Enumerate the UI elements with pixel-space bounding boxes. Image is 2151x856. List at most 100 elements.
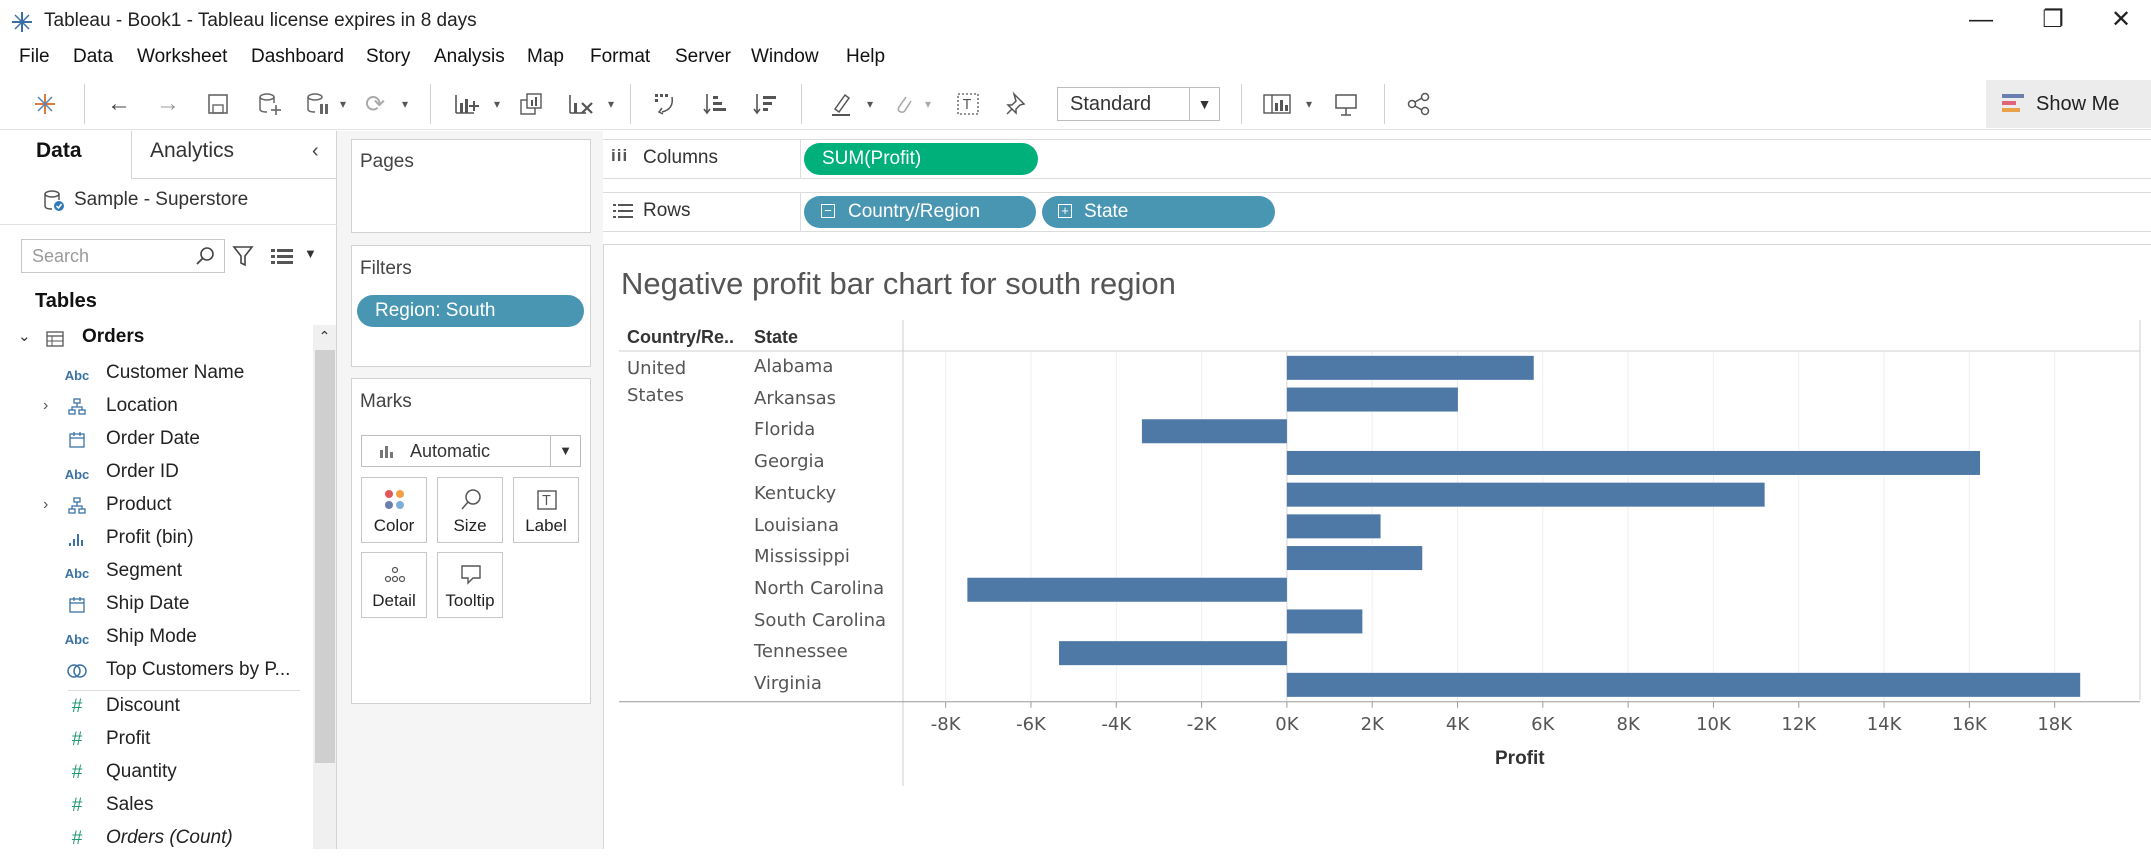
group-paperclip-icon[interactable] xyxy=(885,86,921,122)
rows-pill-state[interactable]: State xyxy=(1042,196,1275,228)
clear-sheet-icon[interactable] xyxy=(562,86,598,122)
rows-pill-country-region[interactable]: Country/Region xyxy=(804,196,1036,228)
field-product[interactable]: › Product xyxy=(0,490,312,523)
new-worksheet-icon[interactable] xyxy=(448,86,484,122)
field-ship-mode[interactable]: Abc Ship Mode xyxy=(0,622,312,655)
undo-arrow-icon[interactable]: ← xyxy=(101,86,137,122)
sort-descending-icon[interactable] xyxy=(747,86,783,122)
swap-rows-columns-icon[interactable] xyxy=(647,86,683,122)
field-profit-bin[interactable]: Profit (bin) xyxy=(0,523,312,556)
field-segment[interactable]: Abc Segment xyxy=(0,556,312,589)
marks-detail-button[interactable]: Detail xyxy=(361,552,427,618)
state-label[interactable]: Tennessee xyxy=(754,641,848,662)
menu-file[interactable]: File xyxy=(19,43,50,71)
search-icon[interactable] xyxy=(195,246,215,266)
menu-data[interactable]: Data xyxy=(73,43,113,71)
menu-map[interactable]: Map xyxy=(527,43,564,71)
header-country-region[interactable]: Country/Re.. xyxy=(627,327,734,348)
field-order-id[interactable]: Abc Order ID xyxy=(0,457,312,490)
state-label[interactable]: Alabama xyxy=(754,356,833,377)
chevron-right-icon[interactable]: › xyxy=(43,397,48,415)
state-label[interactable]: Florida xyxy=(754,419,815,440)
marks-color-button[interactable]: Color xyxy=(361,477,427,543)
field-profit[interactable]: # Profit xyxy=(0,724,312,757)
save-icon[interactable] xyxy=(200,86,236,122)
chevron-down-icon[interactable]: ⌄ xyxy=(18,327,31,345)
menu-story[interactable]: Story xyxy=(366,43,410,71)
restore-button[interactable]: ❐ xyxy=(2023,2,2083,38)
chevron-down-icon[interactable]: ▾ xyxy=(921,86,935,122)
tableau-home-icon[interactable] xyxy=(27,86,63,122)
state-label[interactable]: Georgia xyxy=(754,451,825,472)
chevron-down-icon[interactable]: ▾ xyxy=(490,86,504,122)
show-labels-icon[interactable]: T xyxy=(950,86,986,122)
field-quantity[interactable]: # Quantity xyxy=(0,757,312,790)
menu-help[interactable]: Help xyxy=(846,43,885,71)
refresh-icon[interactable]: ⟳ xyxy=(357,86,393,122)
chevron-down-icon[interactable]: ▾ xyxy=(604,86,618,122)
minimize-button[interactable]: — xyxy=(1951,2,2011,38)
field-label: Segment xyxy=(106,560,183,581)
show-cards-icon[interactable] xyxy=(1259,86,1295,122)
filter-icon[interactable] xyxy=(232,244,254,268)
menu-window[interactable]: Window xyxy=(751,43,819,71)
datasource-name[interactable]: Sample - Superstore xyxy=(74,189,248,211)
state-label[interactable]: Kentucky xyxy=(754,483,836,504)
field-ship-date[interactable]: Ship Date xyxy=(0,589,312,622)
state-label[interactable]: Arkansas xyxy=(754,388,836,409)
chevron-down-icon[interactable]: ▾ xyxy=(336,86,350,122)
measure-hash-icon: # xyxy=(71,795,83,816)
marks-tooltip-button[interactable]: Tooltip xyxy=(437,552,503,618)
pin-icon[interactable] xyxy=(998,86,1034,122)
field-location[interactable]: › Location xyxy=(0,391,312,424)
field-sales[interactable]: # Sales xyxy=(0,790,312,823)
view-list-icon[interactable] xyxy=(270,247,294,265)
duplicate-sheet-icon[interactable] xyxy=(513,86,549,122)
chevron-down-icon[interactable]: ▼ xyxy=(304,246,317,261)
state-label[interactable]: North Carolina xyxy=(754,578,884,599)
tableau-logo-icon xyxy=(12,12,32,32)
share-icon[interactable] xyxy=(1401,86,1437,122)
collapse-minus-icon[interactable]: − xyxy=(821,204,835,218)
tab-analytics[interactable]: Analytics xyxy=(150,139,234,163)
close-button[interactable]: ✕ xyxy=(2091,2,2151,38)
scroll-up-icon[interactable]: ⌃ xyxy=(313,325,336,347)
sort-ascending-icon[interactable] xyxy=(697,86,733,122)
menu-dashboard[interactable]: Dashboard xyxy=(251,43,344,71)
menu-analysis[interactable]: Analysis xyxy=(434,43,505,71)
field-top-customers[interactable]: Top Customers by P... xyxy=(0,655,312,688)
new-datasource-icon[interactable] xyxy=(252,86,288,122)
header-state[interactable]: State xyxy=(754,327,798,348)
size-icon xyxy=(461,489,481,510)
menu-server[interactable]: Server xyxy=(675,43,731,71)
highlight-pen-icon[interactable] xyxy=(824,86,860,122)
chevron-down-icon[interactable]: ▾ xyxy=(1302,86,1316,122)
state-label[interactable]: South Carolina xyxy=(754,610,886,631)
presentation-mode-icon[interactable] xyxy=(1328,86,1364,122)
pause-updates-icon[interactable] xyxy=(300,86,336,122)
chevron-down-icon[interactable]: ▾ xyxy=(863,86,877,122)
field-orders-count[interactable]: # Orders (Count) xyxy=(0,823,312,856)
fit-select[interactable]: Standard ▼ xyxy=(1057,87,1220,121)
expand-plus-icon[interactable]: + xyxy=(1058,204,1072,218)
state-label[interactable]: Virginia xyxy=(754,673,822,694)
collapse-pane-icon[interactable]: ‹ xyxy=(312,140,319,163)
chevron-right-icon[interactable]: › xyxy=(43,496,48,514)
field-customer-name[interactable]: Abc Customer Name xyxy=(0,358,312,391)
scrollbar-thumb[interactable] xyxy=(315,350,335,763)
field-order-date[interactable]: Order Date xyxy=(0,424,312,457)
menu-format[interactable]: Format xyxy=(590,43,650,71)
field-discount[interactable]: # Discount xyxy=(0,691,312,724)
pages-title: Pages xyxy=(360,151,414,172)
marks-label-button[interactable]: T Label xyxy=(513,477,579,543)
columns-pill-sum-profit[interactable]: SUM(Profit) xyxy=(804,143,1038,175)
filter-pill-region[interactable]: Region: South xyxy=(357,295,584,327)
chevron-down-icon[interactable]: ▾ xyxy=(398,86,412,122)
state-label[interactable]: Louisiana xyxy=(754,515,839,536)
marks-size-button[interactable]: Size xyxy=(437,477,503,543)
redo-arrow-icon[interactable]: → xyxy=(150,86,186,122)
table-name[interactable]: Orders xyxy=(82,326,144,348)
menu-worksheet[interactable]: Worksheet xyxy=(137,43,227,71)
tab-data[interactable]: Data xyxy=(36,139,82,163)
state-label[interactable]: Mississippi xyxy=(754,546,850,567)
